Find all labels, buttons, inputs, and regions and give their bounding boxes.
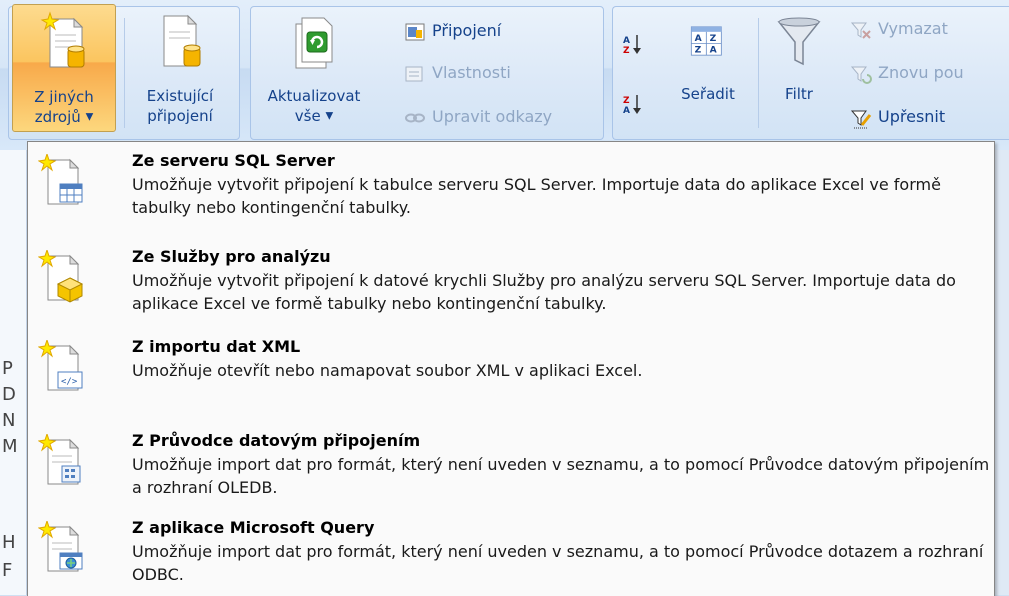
sort-button[interactable]: A Z Z A Seřadit xyxy=(664,4,752,132)
refresh-icon xyxy=(295,17,333,69)
advanced-label: Upřesnit xyxy=(878,107,946,126)
menu-item-title: Z importu dat XML xyxy=(132,337,301,356)
properties-label: Vlastnosti xyxy=(432,63,511,82)
clear-filter-button[interactable]: Vymazat xyxy=(850,16,948,42)
svg-text:Z: Z xyxy=(695,45,702,56)
refresh-all-label-2: vše xyxy=(294,107,321,125)
microsoft-query-icon xyxy=(38,521,83,572)
existing-connections-button[interactable]: Existující připojení xyxy=(128,4,232,132)
clear-filter-icon xyxy=(850,22,871,39)
sql-server-icon xyxy=(38,154,83,205)
chain-link-icon xyxy=(405,113,425,122)
separator xyxy=(758,18,759,128)
properties-button[interactable]: Vlastnosti xyxy=(404,60,511,86)
row-letter: N xyxy=(2,410,16,431)
filter-label: Filtr xyxy=(785,85,813,103)
chevron-down-icon: ▼ xyxy=(85,111,94,123)
funnel-icon xyxy=(777,17,821,66)
row-letter: F xyxy=(2,560,13,581)
svg-text:</>: </> xyxy=(61,377,78,387)
from-other-sources-label-1: Z jiných xyxy=(34,88,94,106)
sort-az-icon: A Z xyxy=(623,34,641,55)
menu-item-microsoft-query[interactable]: Z aplikace Microsoft Query Umožňuje impo… xyxy=(28,509,994,589)
menu-item-description: Umožňuje vytvořit připojení k datové kry… xyxy=(132,271,956,313)
reapply-label: Znovu pou xyxy=(878,63,964,82)
menu-item-data-connection-wizard[interactable]: Z Průvodce datovým připojením Umožňuje i… xyxy=(28,422,994,502)
separator xyxy=(124,18,125,128)
existing-connections-label-2: připojení xyxy=(147,107,213,125)
filter-button[interactable]: Filtr xyxy=(764,4,834,132)
menu-item-description: Umožňuje vytvořit připojení k tabulce se… xyxy=(132,175,941,217)
row-letter: M xyxy=(2,436,18,457)
sort-dialog-icon: A Z Z A xyxy=(690,26,722,56)
existing-connections-label-1: Existující xyxy=(146,87,214,105)
svg-text:A: A xyxy=(695,33,703,44)
menu-item-title: Ze Služby pro analýzu xyxy=(132,247,331,266)
menu-item-description: Umožňuje import dat pro formát, který ne… xyxy=(132,542,984,584)
menu-item-xml-import[interactable]: </> Z importu dat XML Umožňuje otevřít n… xyxy=(28,328,994,408)
advanced-filter-button[interactable]: Upřesnit xyxy=(850,104,945,130)
data-connection-wizard-icon xyxy=(38,434,81,485)
row-letter: D xyxy=(2,384,16,405)
ribbon: Z jiných zdrojů ▼ Existující připojení A… xyxy=(0,0,1009,151)
menu-item-analysis-services[interactable]: Ze Služby pro analýzu Umožňuje vytvořit … xyxy=(28,238,994,318)
from-other-sources-button[interactable]: Z jiných zdrojů ▼ xyxy=(12,4,116,132)
menu-item-title: Z aplikace Microsoft Query xyxy=(132,518,375,537)
xml-icon: </> xyxy=(38,340,83,391)
connections-label: Připojení xyxy=(432,21,502,40)
sort-ascending-button[interactable]: A Z xyxy=(622,30,650,56)
connections-button[interactable]: Připojení xyxy=(404,18,501,44)
refresh-all-button[interactable]: Aktualizovat vše ▼ xyxy=(254,4,374,132)
sort-za-icon: Z A xyxy=(623,94,641,115)
clear-label: Vymazat xyxy=(878,19,948,38)
existing-connections-icon xyxy=(163,14,201,67)
advanced-filter-icon xyxy=(850,110,872,128)
chevron-down-icon: ▼ xyxy=(325,110,334,122)
svg-text:A: A xyxy=(623,106,630,115)
from-other-sources-menu: Ze serveru SQL Server Umožňuje vytvořit … xyxy=(27,141,995,596)
menu-item-description: Umožňuje otevřít nebo namapovat soubor X… xyxy=(132,361,643,380)
row-letter: P xyxy=(2,358,13,379)
svg-text:Z: Z xyxy=(623,96,630,106)
menu-item-sql-server[interactable]: Ze serveru SQL Server Umožňuje vytvořit … xyxy=(28,142,994,222)
reapply-icon xyxy=(850,66,872,84)
sheet-right-edge xyxy=(994,150,1009,595)
reapply-button[interactable]: Znovu pou xyxy=(850,60,964,86)
from-other-sources-icon xyxy=(40,11,85,68)
from-other-sources-label-2: zdrojů xyxy=(34,108,81,126)
edit-links-label: Upravit odkazy xyxy=(432,107,553,126)
analysis-services-icon xyxy=(38,250,84,303)
refresh-all-label-1: Aktualizovat xyxy=(267,87,361,105)
edit-links-button[interactable]: Upravit odkazy xyxy=(404,104,552,130)
menu-item-title: Ze serveru SQL Server xyxy=(132,151,335,170)
row-letter: H xyxy=(2,532,16,553)
svg-text:Z: Z xyxy=(710,33,717,44)
menu-item-description: Umožňuje import dat pro formát, který ne… xyxy=(132,455,990,497)
svg-text:A: A xyxy=(710,45,718,56)
svg-text:Z: Z xyxy=(623,46,630,55)
connections-icon xyxy=(405,23,425,40)
sheet-left-edge: P D N M H F xyxy=(0,150,27,595)
properties-icon xyxy=(405,66,423,81)
svg-text:A: A xyxy=(623,36,630,46)
sort-descending-button[interactable]: Z A xyxy=(622,90,650,116)
menu-item-title: Z Průvodce datovým připojením xyxy=(132,431,421,450)
sort-label: Seřadit xyxy=(681,85,735,103)
